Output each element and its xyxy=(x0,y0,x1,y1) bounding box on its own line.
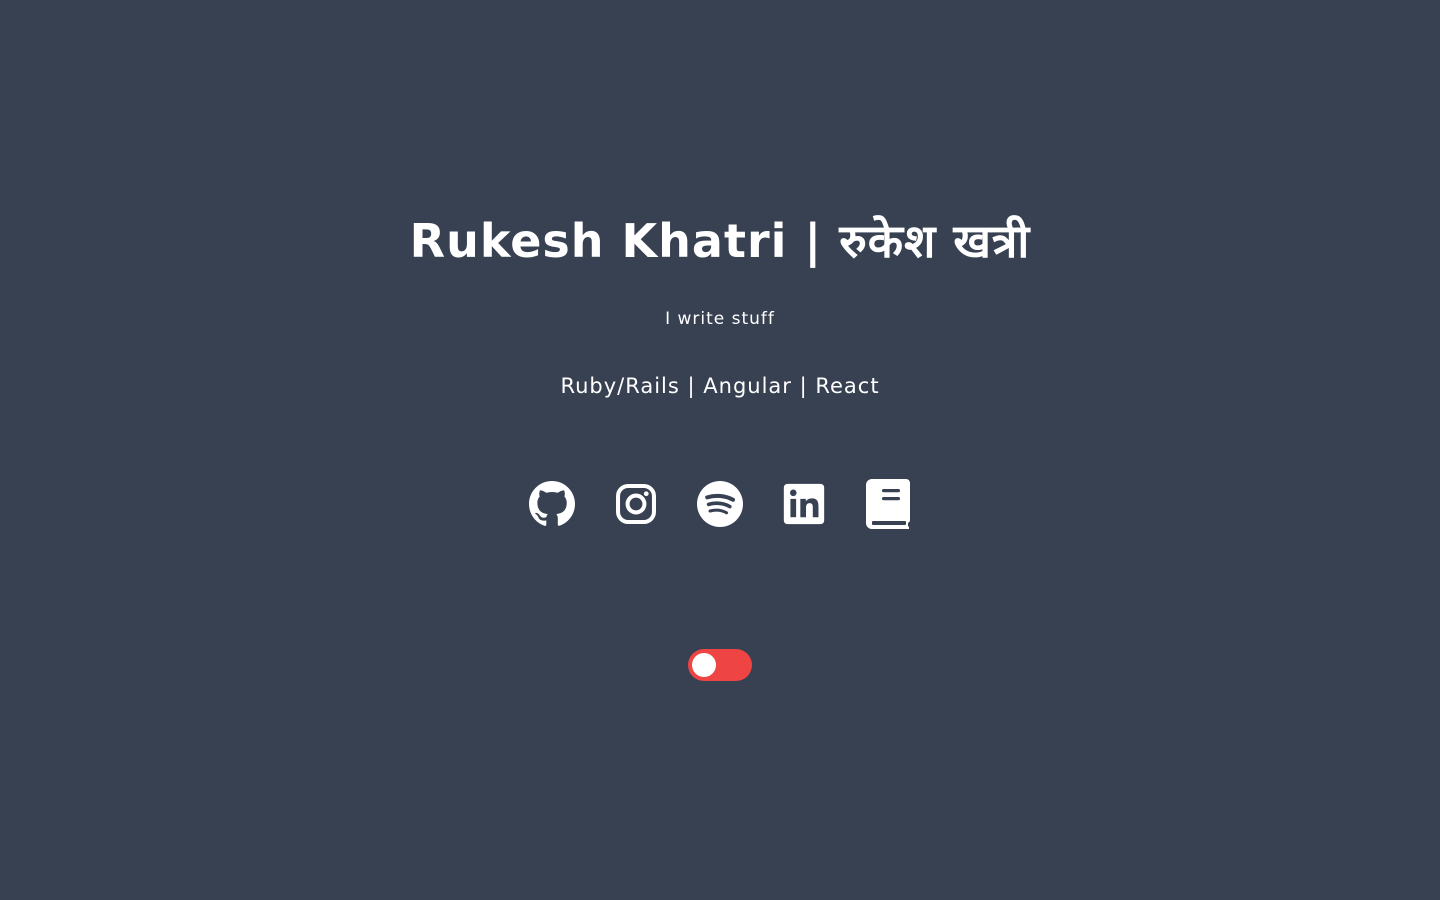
tagline: I write stuff xyxy=(665,309,775,329)
instagram-icon xyxy=(616,484,656,524)
book-icon xyxy=(866,479,910,529)
page-title: Rukesh Khatri | रुकेश खत्री xyxy=(409,214,1031,268)
spotify-link[interactable] xyxy=(696,478,744,530)
github-link[interactable] xyxy=(528,478,576,530)
spotify-icon xyxy=(697,481,743,527)
page: Rukesh Khatri | रुकेश खत्री I write stuf… xyxy=(0,0,1440,900)
theme-toggle[interactable] xyxy=(688,649,752,681)
instagram-link[interactable] xyxy=(612,478,660,530)
book-link[interactable] xyxy=(864,478,912,530)
toggle-knob xyxy=(692,653,716,677)
social-links xyxy=(0,478,1440,530)
linkedin-icon xyxy=(783,483,825,525)
linkedin-link[interactable] xyxy=(780,478,828,530)
tech-stack: Ruby/Rails | Angular | React xyxy=(560,374,880,398)
github-icon xyxy=(529,481,575,526)
